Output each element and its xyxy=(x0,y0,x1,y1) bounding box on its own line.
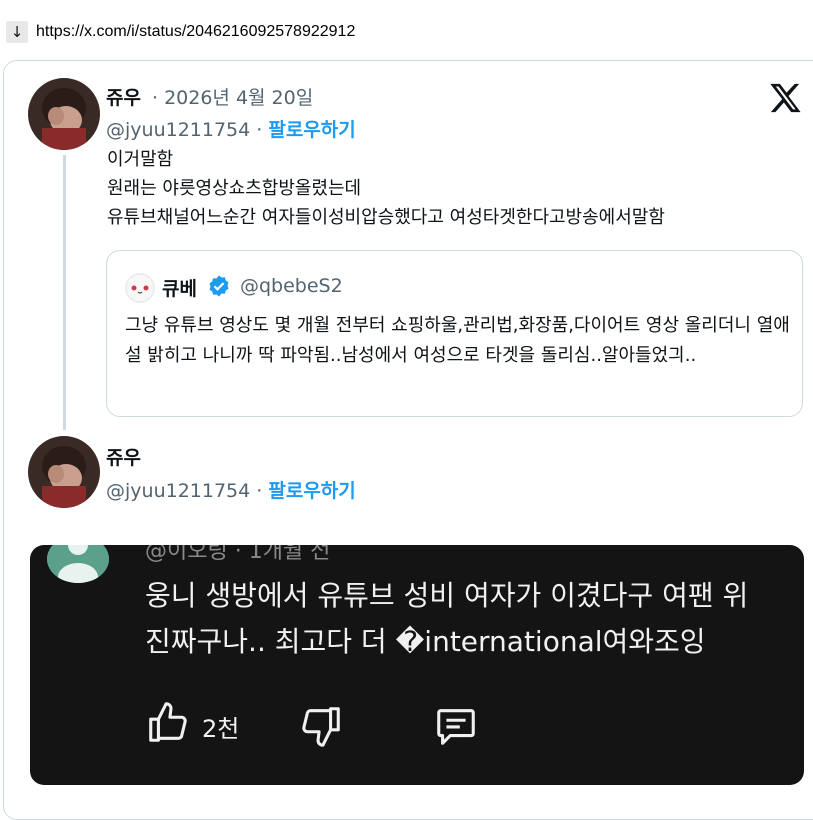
comment-avatar xyxy=(47,545,109,583)
author-handle[interactable]: @jyuu1211754 xyxy=(106,119,250,141)
tweet-date[interactable]: · 2026년 4월 20일 xyxy=(152,83,313,110)
quoted-author-handle[interactable]: @qbebeS2 xyxy=(240,275,343,297)
download-arrow-icon[interactable]: ↓ xyxy=(6,21,28,43)
tweet-text-line: 원래는 야릇영상쇼츠합방올렸는데 xyxy=(107,178,362,199)
quoted-avatar[interactable] xyxy=(125,273,155,303)
quoted-author-name[interactable]: 큐베 xyxy=(162,274,197,301)
author-name[interactable]: 쥬우 xyxy=(106,83,141,110)
avatar[interactable] xyxy=(28,78,100,150)
thumbs-down-icon xyxy=(302,707,340,747)
reply-author-name[interactable]: 쥬우 xyxy=(106,443,141,470)
comment-text-line: 웅니 생방에서 유튜브 성비 여자가 이겼다구 여팬 위 xyxy=(145,579,749,612)
comment-icon xyxy=(437,709,475,745)
comment-text-line: 진짜구나.. 최고다 더 �international여와조잉 xyxy=(145,625,706,658)
x-logo-icon[interactable] xyxy=(768,81,802,115)
thread-connector xyxy=(63,155,66,430)
quoted-tweet-text: 그냥 유튜브 영상도 몇 개월 전부터 쇼핑하울,관리법,화장품,다이어트 영상… xyxy=(125,315,790,366)
thumbs-up-icon xyxy=(149,702,187,742)
reply-follow-button[interactable]: 팔로우하기 xyxy=(268,480,355,502)
comment-handle: @이오링 · 1개월 전 xyxy=(145,545,331,564)
follow-button[interactable]: 팔로우하기 xyxy=(268,119,355,141)
reply-author-handle[interactable]: @jyuu1211754 xyxy=(106,480,250,502)
tweet-text-line: 이거말함 xyxy=(107,149,174,170)
tweet-text-line: 유튜브채널어느순간 여자들이성비압승했다고 여성타겟한다고방송에서말함 xyxy=(107,207,665,228)
verified-badge-icon xyxy=(209,275,229,297)
tweet-text: 이거말함 원래는 야릇영상쇼츠합방올렸는데 유튜브채널어느순간 여자들이성비압승… xyxy=(107,145,665,232)
attached-screenshot-image[interactable]: @이오링 · 1개월 전 웅니 생방에서 유튜브 성비 여자가 이겼다구 여팬 … xyxy=(30,545,804,785)
reply-handle-row: @jyuu1211754 · 팔로우하기 xyxy=(106,480,356,502)
comment-text: 웅니 생방에서 유튜브 성비 여자가 이겼다구 여팬 위 진짜구나.. 최고다 … xyxy=(145,573,748,665)
tweet-url[interactable]: https://x.com/i/status/20462160925789229… xyxy=(36,23,355,41)
reply-avatar[interactable] xyxy=(28,436,100,508)
author-handle-row: @jyuu1211754 · 팔로우하기 xyxy=(106,119,356,141)
url-bar: ↓ https://x.com/i/status/204621609257892… xyxy=(0,18,355,46)
quoted-tweet[interactable]: 큐베 @qbebeS2 그냥 유튜브 영상도 몇 개월 전부터 쇼핑하울,관리법… xyxy=(106,250,803,417)
like-count: 2천 xyxy=(202,715,240,743)
